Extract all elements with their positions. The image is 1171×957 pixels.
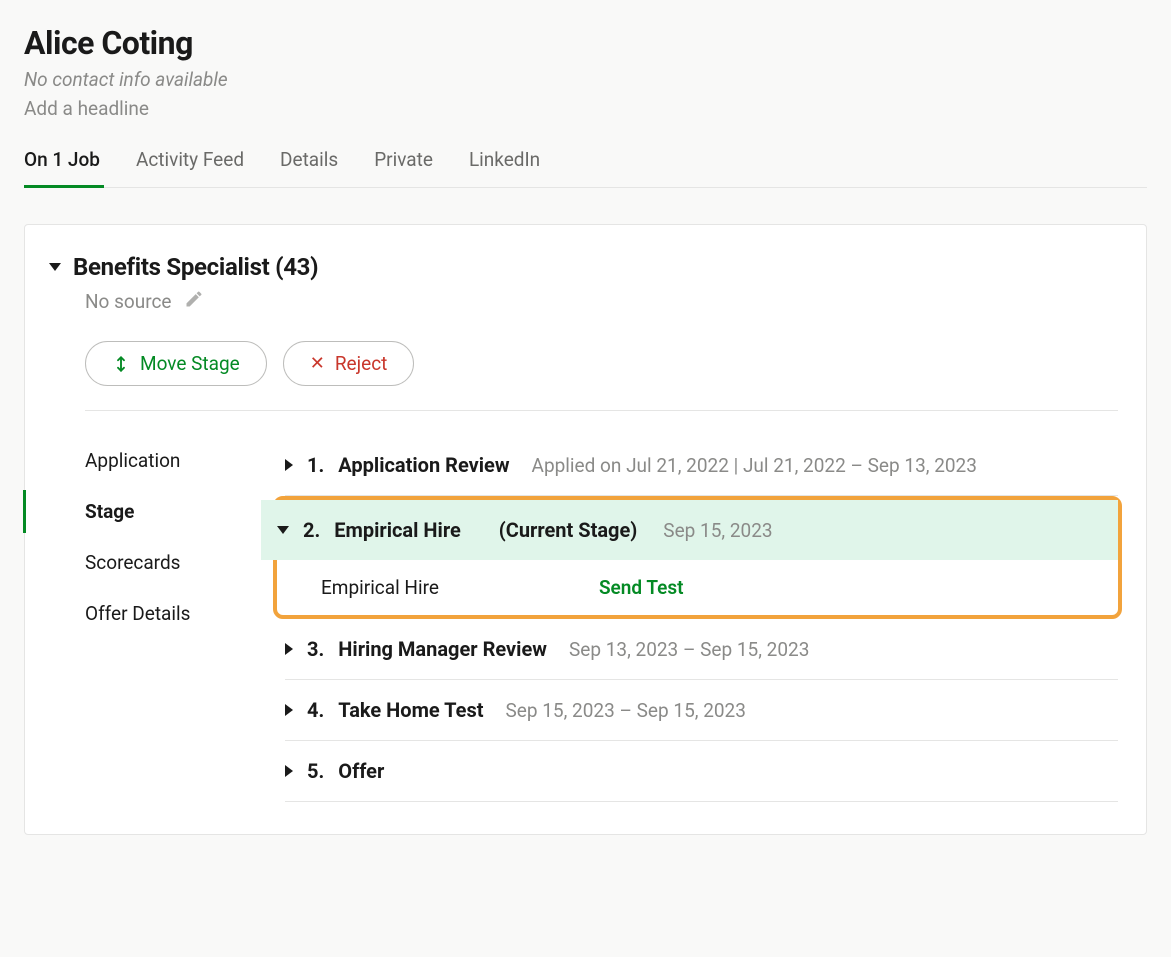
chevron-right-icon xyxy=(285,643,293,655)
pencil-icon[interactable] xyxy=(184,289,204,313)
stage-meta: Applied on Jul 21, 2022 | Jul 21, 2022 –… xyxy=(532,454,977,477)
current-stage-label: (Current Stage) xyxy=(499,518,638,542)
stage-name: Offer xyxy=(338,759,384,783)
stage-number: 1. xyxy=(307,453,324,477)
action-row: Move Stage ✕ Reject xyxy=(85,341,1118,411)
source-row: No source xyxy=(85,289,1118,313)
stages-list: 1. Application Review Applied on Jul 21,… xyxy=(285,435,1118,802)
source-text: No source xyxy=(85,290,172,313)
tabs: On 1 Job Activity Feed Details Private L… xyxy=(24,148,1147,188)
sidebar-item-offer-details[interactable]: Offer Details xyxy=(85,588,285,639)
stage-date: Sep 15, 2023 xyxy=(663,519,772,542)
stage-row-application-review[interactable]: 1. Application Review Applied on Jul 21,… xyxy=(285,435,1118,496)
reject-button[interactable]: ✕ Reject xyxy=(283,341,415,386)
stage-row-take-home-test[interactable]: 4. Take Home Test Sep 15, 2023 – Sep 15,… xyxy=(285,680,1118,741)
stage-row-hiring-manager-review[interactable]: 3. Hiring Manager Review Sep 13, 2023 – … xyxy=(285,619,1118,680)
tab-activity-feed[interactable]: Activity Feed xyxy=(136,148,244,187)
job-card: Benefits Specialist (43) No source Move … xyxy=(24,224,1147,835)
chevron-right-icon xyxy=(285,765,293,777)
sidebar-item-stage[interactable]: Stage xyxy=(85,486,285,537)
stage-name: Take Home Test xyxy=(338,698,483,722)
stage-row-offer[interactable]: 5. Offer xyxy=(285,741,1118,802)
job-header[interactable]: Benefits Specialist (43) xyxy=(49,253,1118,281)
move-stage-button[interactable]: Move Stage xyxy=(85,341,267,386)
candidate-name: Alice Coting xyxy=(24,24,1147,62)
stage-meta: Sep 13, 2023 – Sep 15, 2023 xyxy=(569,638,809,661)
stage-number: 2. xyxy=(303,518,320,542)
stage-number: 5. xyxy=(307,759,324,783)
tab-private[interactable]: Private xyxy=(374,148,433,187)
tab-linkedin[interactable]: LinkedIn xyxy=(469,148,540,187)
stage-name: Hiring Manager Review xyxy=(338,637,547,661)
stage-meta: Sep 15, 2023 – Sep 15, 2023 xyxy=(506,699,746,722)
sub-stage-row: Empirical Hire Send Test xyxy=(277,560,1118,615)
stage-row-empirical-hire[interactable]: 2. Empirical Hire (Current Stage) Sep 15… xyxy=(261,500,1118,560)
headline-placeholder[interactable]: Add a headline xyxy=(24,97,1147,120)
current-stage-highlight: 2. Empirical Hire (Current Stage) Sep 15… xyxy=(273,496,1122,619)
job-title: Benefits Specialist (43) xyxy=(73,253,318,281)
move-arrows-icon xyxy=(112,355,130,373)
contact-info: No contact info available xyxy=(24,68,1147,91)
close-icon: ✕ xyxy=(310,353,325,374)
stage-number: 3. xyxy=(307,637,324,661)
send-test-link[interactable]: Send Test xyxy=(599,576,684,599)
move-stage-label: Move Stage xyxy=(140,352,240,375)
sidebar: Application Stage Scorecards Offer Detai… xyxy=(85,435,285,802)
chevron-right-icon xyxy=(285,704,293,716)
chevron-down-icon xyxy=(49,263,61,271)
chevron-right-icon xyxy=(285,459,293,471)
tab-details[interactable]: Details xyxy=(280,148,338,187)
sub-stage-name: Empirical Hire xyxy=(321,576,439,599)
stage-name: Application Review xyxy=(338,453,509,477)
stage-name: Empirical Hire xyxy=(334,518,460,542)
reject-label: Reject xyxy=(335,352,388,375)
sidebar-item-application[interactable]: Application xyxy=(85,435,285,486)
stage-number: 4. xyxy=(307,698,324,722)
tab-on-job[interactable]: On 1 Job xyxy=(24,148,100,187)
sidebar-item-scorecards[interactable]: Scorecards xyxy=(85,537,285,588)
